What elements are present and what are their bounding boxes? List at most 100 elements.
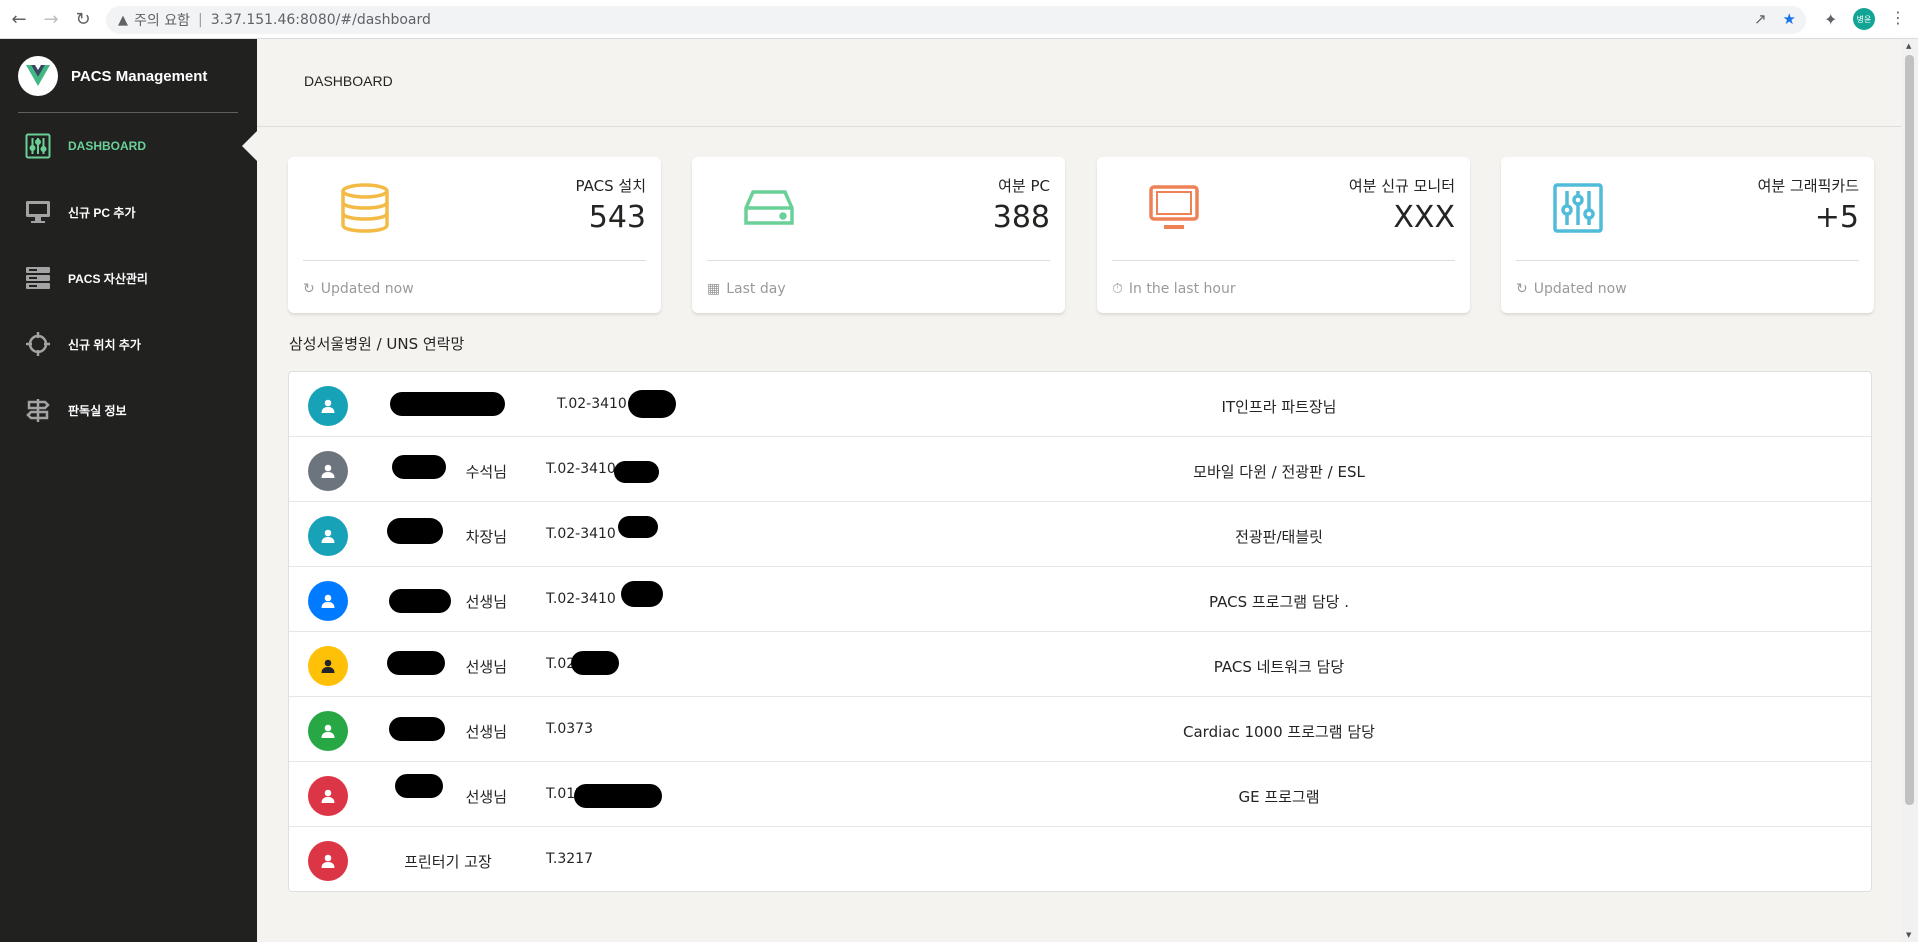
page-scrollbar[interactable]: ▲ ▼ [1901,39,1918,942]
active-indicator [242,131,257,161]
navbar: DASHBOARD [257,39,1901,127]
stat-value: 388 [992,200,1050,235]
security-warning-text: 주의 요함 [134,13,190,29]
redaction-mark [392,455,446,479]
redaction-mark [614,461,659,483]
server-icon [24,264,52,292]
scroll-up-arrow-icon[interactable]: ▲ [1906,42,1911,50]
brand-name: PACS Management [71,67,208,85]
sliders-icon [1551,181,1605,235]
stat-card-spare-graphics-card: 여분 그래픽카드 +5 ↻ Updated now [1501,157,1874,313]
sidebar-divider [18,112,238,113]
stat-label: 여분 신규 모니터 [1348,177,1455,195]
sidebar-item-pacs-assets[interactable]: PACS 자산관리 [0,258,257,298]
reload-icon[interactable]: ↻ [70,6,96,32]
user-avatar-icon [308,646,348,686]
page-title: DASHBOARD [304,73,393,89]
clock-icon: ⏱ [1112,281,1123,297]
stat-value: XXX [1393,200,1455,235]
sidebar-item-label: PACS 자산관리 [68,271,148,286]
stat-divider [1112,260,1455,261]
profile-avatar[interactable]: 병윤 [1853,8,1875,30]
redaction-mark [389,589,451,613]
redaction-mark [389,717,445,741]
contact-phone: T.0373 [546,721,593,737]
brand[interactable]: PACS Management [18,56,207,96]
stat-value: +5 [1814,200,1859,235]
sidebar-item-label: 판독실 정보 [68,403,127,418]
stat-card-spare-monitor: 여분 신규 모니터 XXX ⏱ In the last hour [1097,157,1470,313]
contact-role: 모바일 다윈 / 전광판 / ESL [1193,463,1365,481]
user-avatar-icon [308,711,348,751]
user-avatar-icon [308,516,348,556]
stat-footer: ↻ Updated now [303,281,414,297]
refresh-icon: ↻ [1516,281,1528,297]
forward-arrow-icon[interactable]: → [38,6,64,32]
list-item[interactable]: 프린터기 고장 T.3217 [289,827,1871,892]
user-avatar-icon [308,841,348,881]
stat-divider [1516,260,1859,261]
contact-phone: T.02-3410 [546,591,616,607]
calendar-icon: ▦ [707,281,721,297]
contact-role: GE 프로그램 [1238,788,1320,806]
contact-role: IT인프라 파트장님 [1221,398,1337,416]
address-separator: | [197,12,203,28]
contact-role: PACS 프로그램 담당 . [1209,593,1349,611]
signpost-icon [24,396,52,424]
stat-footer-text: Last day [726,281,786,297]
stat-divider [303,260,646,261]
list-item[interactable]: 선생님 T.012 GE 프로그램 [289,762,1871,827]
list-item[interactable]: 선생님 T.02-3410 PACS 프로그램 담당 . [289,567,1871,632]
address-bar[interactable]: ▲ 주의 요함 | 3.37.151.46:8080/#/dashboard ↗… [106,6,1806,34]
contact-phone: T.02-3410 [557,396,627,412]
redaction-mark [387,651,445,675]
stat-footer: ↻ Updated now [1516,281,1627,297]
browser-menu-icon[interactable]: ⋮ [1890,8,1906,27]
contact-phone: T.02-3410 [546,461,616,477]
sidebar-item-label: 신규 PC 추가 [68,205,136,220]
stat-label: 여분 PC [998,177,1050,195]
contact-role: PACS 네트워크 담당 [1213,658,1345,676]
redaction-mark [618,516,658,538]
equalizer-icon [24,132,52,160]
user-avatar-icon [308,451,348,491]
scrollbar-thumb[interactable] [1905,55,1914,805]
contact-role: 전광판/태블릿 [1235,528,1323,546]
redaction-mark [574,784,662,808]
stat-card-spare-pc: 여분 PC 388 ▦ Last day [692,157,1065,313]
stat-divider [707,260,1050,261]
monitor-icon [1147,181,1201,235]
sidebar-item-reading-room[interactable]: 판독실 정보 [0,390,257,430]
refresh-icon: ↻ [303,281,315,297]
list-item[interactable]: 수석님 T.02-3410 모바일 다윈 / 전광판 / ESL [289,437,1871,502]
contact-role: Cardiac 1000 프로그램 담당 [1183,723,1375,741]
contact-phone: T.3217 [546,851,593,867]
sidebar-item-add-pc[interactable]: 신규 PC 추가 [0,192,257,232]
database-icon [338,181,392,235]
stat-footer-text: Updated now [1533,281,1627,297]
stat-footer: ▦ Last day [707,281,786,297]
list-item[interactable]: T.02-3410 IT인프라 파트장님 [289,372,1871,437]
sidebar-item-dashboard[interactable]: DASHBOARD [0,126,257,166]
crosshair-icon [24,330,52,358]
list-item[interactable]: 선생님 T.0373 Cardiac 1000 프로그램 담당 [289,697,1871,762]
redaction-mark [621,581,663,607]
share-icon[interactable]: ↗ [1754,10,1767,28]
sidebar-item-label: 신규 위치 추가 [68,337,141,352]
scroll-down-arrow-icon[interactable]: ▼ [1906,931,1911,939]
back-arrow-icon[interactable]: ← [6,6,32,32]
list-item[interactable]: 선생님 T.02-9871 PACS 네트워크 담당 [289,632,1871,697]
extensions-puzzle-icon[interactable]: ✦ [1824,10,1837,29]
sidebar-item-add-location[interactable]: 신규 위치 추가 [0,324,257,364]
hard-drive-icon [742,181,796,235]
stat-footer-text: In the last hour [1128,281,1236,297]
redaction-mark [387,518,443,544]
contacts-list: T.02-3410 IT인프라 파트장님 수석님 T.02-3410 모바일 다… [288,371,1872,892]
contact-name: 프린터기 고장 [404,853,492,871]
redaction-mark [628,390,676,418]
sidebar: PACS Management DASHBOARD 신규 PC 추가 PACS … [0,39,257,942]
stat-value: 543 [588,200,646,235]
bookmark-star-icon[interactable]: ★ [1783,10,1796,28]
vue-logo-icon [18,56,58,96]
list-item[interactable]: 차장님 T.02-3410 전광판/태블릿 [289,502,1871,567]
